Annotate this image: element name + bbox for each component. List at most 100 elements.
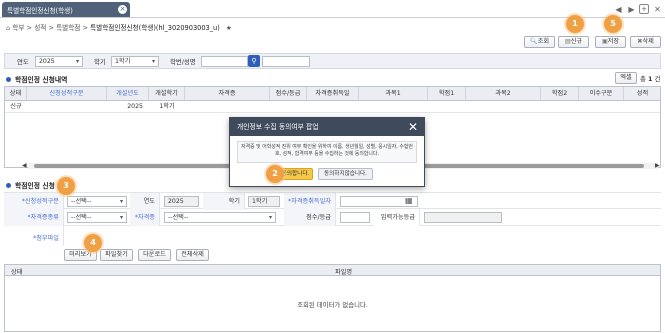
cert-label-text: 자격증 — [137, 214, 155, 221]
favorite-star-icon[interactable]: ★ — [226, 24, 232, 32]
list-section-title: 학점인정 신청내역 — [6, 74, 67, 84]
cert-select-value: --선택-- — [168, 214, 189, 221]
arrow-left-icon[interactable]: ◀ — [613, 4, 624, 15]
cert-label: *자격증 — [130, 209, 160, 226]
form-row-3: *첨부파일 — [4, 226, 661, 246]
grid-col-header: 상태 — [5, 87, 27, 101]
breadcrumb: ⌂ 학부 > 성적 > 특별학점 > 특별학점인정신청(학생)(hl_30209… — [6, 22, 232, 32]
type-select[interactable]: --선택-- — [67, 196, 127, 207]
type-select-value: --선택-- — [71, 198, 92, 205]
score-input[interactable] — [340, 212, 370, 223]
cert-kind-label: *자격증종류 — [4, 209, 64, 226]
apply-section-title: 학점인정 신청 — [6, 180, 55, 190]
step-badge-3: 3 — [57, 177, 75, 195]
count-prefix: 총 — [640, 75, 646, 83]
scroll-left-icon[interactable]: ◀ — [22, 162, 27, 169]
tab-bar: 특별학점인정신청(학생) × ◀ ▶ + ✕ — [0, 0, 665, 18]
popup-message: 자격증 및 어학성적 진위 여부 확인을 위하여 이름, 생년월일, 성별, 응… — [237, 141, 417, 163]
grid-header: 상태 신청성적구분 개설년도 개설학기 자격증 점수/등급 자격증취득일 과목1… — [5, 87, 660, 101]
student-name-input[interactable] — [262, 56, 310, 67]
cert-kind-value: --선택-- — [71, 214, 92, 221]
term-select[interactable]: 1학기 — [111, 56, 159, 67]
year-select-value: 2025 — [39, 58, 55, 65]
grid-col-header: 성적 — [624, 87, 660, 101]
score-label: 점수/등급 — [284, 209, 336, 226]
breadcrumb-sep: > — [48, 24, 54, 32]
excel-button[interactable]: 엑셀 — [615, 72, 637, 84]
grid-col-header: 개설학기 — [149, 87, 185, 101]
date-label-text: 자격증취득일자 — [291, 198, 331, 205]
breadcrumb-home[interactable]: 학부 — [12, 24, 24, 32]
find-file-button[interactable]: 파일찾기 — [100, 249, 133, 261]
table-row[interactable]: 신규 2025 1학기 — [5, 101, 660, 113]
row-status: 신규 — [10, 103, 22, 110]
popup-title: 개인정보 수집 동의여부 팝업 — [237, 123, 319, 131]
date-label: *자격증취득일자 — [284, 193, 336, 210]
page-title: 특별학점인정신청(학생)(hl_3020903003_u) — [90, 24, 220, 32]
file-status-header: 상태 — [11, 269, 23, 276]
breadcrumb-level1[interactable]: 성적 — [34, 24, 46, 32]
step-badge-2: 2 — [266, 165, 284, 183]
disagree-button[interactable]: 동의하지않습니다. — [318, 168, 373, 180]
close-icon[interactable]: ✕ — [408, 119, 418, 135]
student-label: 학번/성명 — [170, 58, 196, 66]
row-year: 2025 — [127, 103, 143, 110]
tab-title: 특별학점인정신청(학생) — [7, 7, 73, 15]
arrow-right-icon[interactable]: ▶ — [626, 4, 637, 15]
apply-term-value: 1학기 — [248, 196, 280, 207]
calendar-icon[interactable]: ▦ — [405, 196, 413, 205]
file-table: 상태 파일명 조회된 데이터가 없습니다. — [4, 264, 661, 332]
year-select[interactable]: 2025 — [35, 56, 83, 67]
tab-active[interactable]: 특별학점인정신청(학생) × — [2, 2, 130, 17]
apply-year-value: 2025 — [164, 196, 199, 207]
home-icon[interactable]: ⌂ — [6, 24, 10, 32]
delete-all-button[interactable]: 전체삭제 — [176, 249, 209, 261]
empty-message: 조회된 데이터가 없습니다. — [297, 301, 368, 309]
save-button[interactable]: ▣저장 — [595, 36, 626, 48]
download-button[interactable]: 다운로드 — [138, 249, 171, 261]
cert-kind-label-text: 자격증종류 — [30, 214, 59, 221]
term-label: 학기 — [94, 58, 106, 66]
cert-kind-select[interactable]: --선택-- — [67, 212, 127, 223]
apply-term-label: 학기 — [203, 193, 245, 210]
grid-col-header: 과목2 — [466, 87, 541, 101]
grid-col-header: 자격증취득일 — [307, 87, 359, 101]
step-badge-1: 1 — [566, 15, 584, 33]
consent-popup: 개인정보 수집 동의여부 팝업 ✕ 자격증 및 어학성적 진위 여부 확인을 위… — [229, 117, 425, 187]
grid-col-header: 과목1 — [359, 87, 428, 101]
delete-button[interactable]: ✖삭제 — [630, 36, 661, 48]
row-type — [27, 101, 107, 113]
cert-select[interactable]: --선택-- — [164, 212, 276, 223]
grid-col-header: 개설년도 — [107, 87, 149, 101]
new-button[interactable]: ▤신규 — [558, 36, 589, 48]
search-button-label: 조회 — [537, 38, 550, 45]
count-value: 1 — [647, 75, 653, 83]
list-count: 총 1 건 — [640, 74, 660, 83]
year-label: 연도 — [17, 58, 29, 66]
popup-header: 개인정보 수집 동의여부 팝업 ✕ — [230, 118, 424, 136]
scroll-right-icon[interactable]: ▶ — [655, 162, 660, 169]
student-search-icon[interactable]: ⚲ — [248, 55, 260, 67]
grid-col-header: 이수구분 — [579, 87, 624, 101]
window-icon[interactable]: + — [639, 4, 649, 14]
close-window-icon[interactable]: ✕ — [652, 4, 663, 15]
grid-col-header: 학점2 — [541, 87, 579, 101]
student-id-input[interactable] — [201, 56, 248, 67]
file-name-header: 파일명 — [335, 269, 353, 276]
type-label: *신청성적구분 — [4, 193, 64, 210]
breadcrumb-level2[interactable]: 특별학점 — [56, 24, 80, 32]
search-button[interactable]: 🔍︎조회 — [524, 36, 555, 48]
possible-value — [424, 212, 502, 223]
save-button-label: 저장 — [607, 38, 620, 45]
search-bar: 연도 2025 학기 1학기 학번/성명 ⚲ — [4, 53, 661, 69]
new-button-label: 신규 — [570, 38, 583, 45]
grid-col-header: 학점1 — [428, 87, 466, 101]
step-badge-5: 5 — [604, 15, 622, 33]
step-badge-4: 4 — [84, 234, 102, 252]
row-term: 1학기 — [159, 103, 175, 110]
form-row-2: *자격증종류 --선택-- *자격증 --선택-- 점수/등급 입력가능등급 — [4, 209, 661, 226]
close-icon[interactable]: × — [118, 5, 127, 14]
type-label-text: 신청성적구분 — [24, 198, 59, 205]
possible-label: 입력가능등급 — [374, 209, 420, 226]
attach-label: *첨부파일 — [4, 226, 64, 246]
